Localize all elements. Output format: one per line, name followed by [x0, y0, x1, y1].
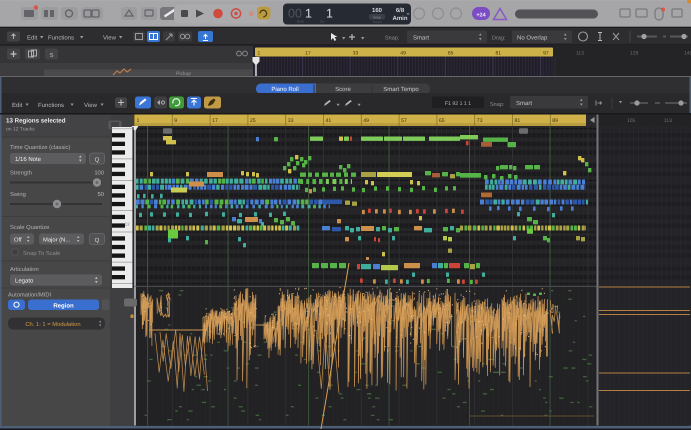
svg-text:Scale Quantize: Scale Quantize [10, 224, 49, 231]
svg-text:Smart Tempo: Smart Tempo [383, 86, 419, 93]
svg-text:F1 92 1 1 1: F1 92 1 1 1 [445, 101, 471, 107]
svg-text:13 Regions selected: 13 Regions selected [6, 118, 66, 125]
svg-text:Edit: Edit [27, 35, 38, 42]
svg-text:9: 9 [174, 118, 177, 124]
svg-text:57: 57 [401, 118, 407, 124]
svg-text:33: 33 [288, 118, 294, 124]
svg-text:129: 129 [630, 51, 639, 57]
svg-text:Q: Q [95, 237, 100, 244]
svg-text:Div: Div [320, 20, 325, 24]
svg-text:65: 65 [448, 51, 454, 57]
svg-text:50: 50 [98, 191, 104, 198]
svg-text:Tempo: Tempo [372, 20, 382, 24]
svg-text:113: 113 [664, 118, 672, 124]
svg-text:49: 49 [363, 118, 369, 124]
svg-text:Swing: Swing [10, 191, 26, 198]
svg-text:73: 73 [477, 118, 483, 124]
svg-text:Functions: Functions [38, 102, 64, 109]
svg-text:Strength: Strength [10, 170, 32, 177]
svg-text:113: 113 [576, 51, 584, 57]
svg-text:on 12 Tracks: on 12 Tracks [6, 127, 35, 133]
svg-text:1/16 Note: 1/16 Note [15, 156, 42, 163]
svg-text:100: 100 [94, 170, 104, 177]
svg-text:1: 1 [305, 7, 312, 21]
svg-text:1: 1 [326, 7, 333, 21]
svg-text:Legato: Legato [15, 278, 34, 285]
svg-text:00: 00 [288, 7, 302, 21]
svg-text:1: 1 [258, 51, 261, 57]
svg-text:C2: C2 [124, 222, 130, 227]
svg-text:6/8: 6/8 [396, 7, 405, 14]
svg-text:Score: Score [335, 86, 351, 93]
svg-text:89: 89 [552, 118, 558, 124]
svg-text:Off: Off [14, 237, 22, 244]
svg-text:Beat: Beat [297, 20, 304, 24]
svg-text:View: View [103, 35, 117, 42]
svg-text:160: 160 [372, 7, 383, 14]
svg-text:Functions: Functions [48, 35, 74, 42]
svg-text:Edit: Edit [12, 102, 23, 109]
svg-text:Drag:: Drag: [492, 36, 506, 42]
svg-text:145: 145 [684, 51, 691, 57]
svg-text:View: View [84, 102, 98, 109]
svg-text:Piano Roll: Piano Roll [271, 86, 298, 93]
svg-text:81: 81 [515, 118, 521, 124]
svg-text:+24: +24 [476, 13, 486, 19]
svg-text:41: 41 [326, 118, 332, 124]
svg-text:Major (N...: Major (N... [43, 237, 70, 244]
svg-text:Snap To Scale: Snap To Scale [23, 250, 60, 257]
svg-text:Amin: Amin [393, 15, 408, 22]
svg-text:Automation/MIDI: Automation/MIDI [8, 292, 52, 299]
svg-text:Ch. 1: 1 = Modulation: Ch. 1: 1 = Modulation [25, 321, 80, 328]
svg-text:65: 65 [439, 118, 445, 124]
svg-text:No Overlap: No Overlap [517, 35, 548, 42]
svg-text:Time Quantize (classic): Time Quantize (classic) [10, 144, 70, 151]
svg-text:Snap:: Snap: [490, 102, 505, 108]
svg-text:Smart: Smart [413, 35, 429, 42]
svg-text:1: 1 [137, 118, 140, 124]
svg-text:Articulation: Articulation [10, 266, 39, 273]
svg-text:105: 105 [627, 118, 636, 124]
svg-text:49: 49 [400, 51, 406, 57]
svg-text:keep: keep [373, 15, 381, 19]
svg-text:Region: Region [53, 302, 74, 309]
svg-text:81: 81 [496, 51, 502, 57]
svg-text:S: S [49, 52, 53, 59]
svg-text:33: 33 [353, 51, 359, 57]
svg-text:Smart: Smart [516, 100, 532, 107]
svg-text:17: 17 [305, 51, 311, 57]
svg-text:Snap:: Snap: [385, 36, 400, 42]
svg-text:97: 97 [543, 51, 549, 57]
svg-text:Q: Q [95, 157, 100, 164]
svg-text:17: 17 [212, 118, 218, 124]
svg-text:25: 25 [250, 118, 256, 124]
